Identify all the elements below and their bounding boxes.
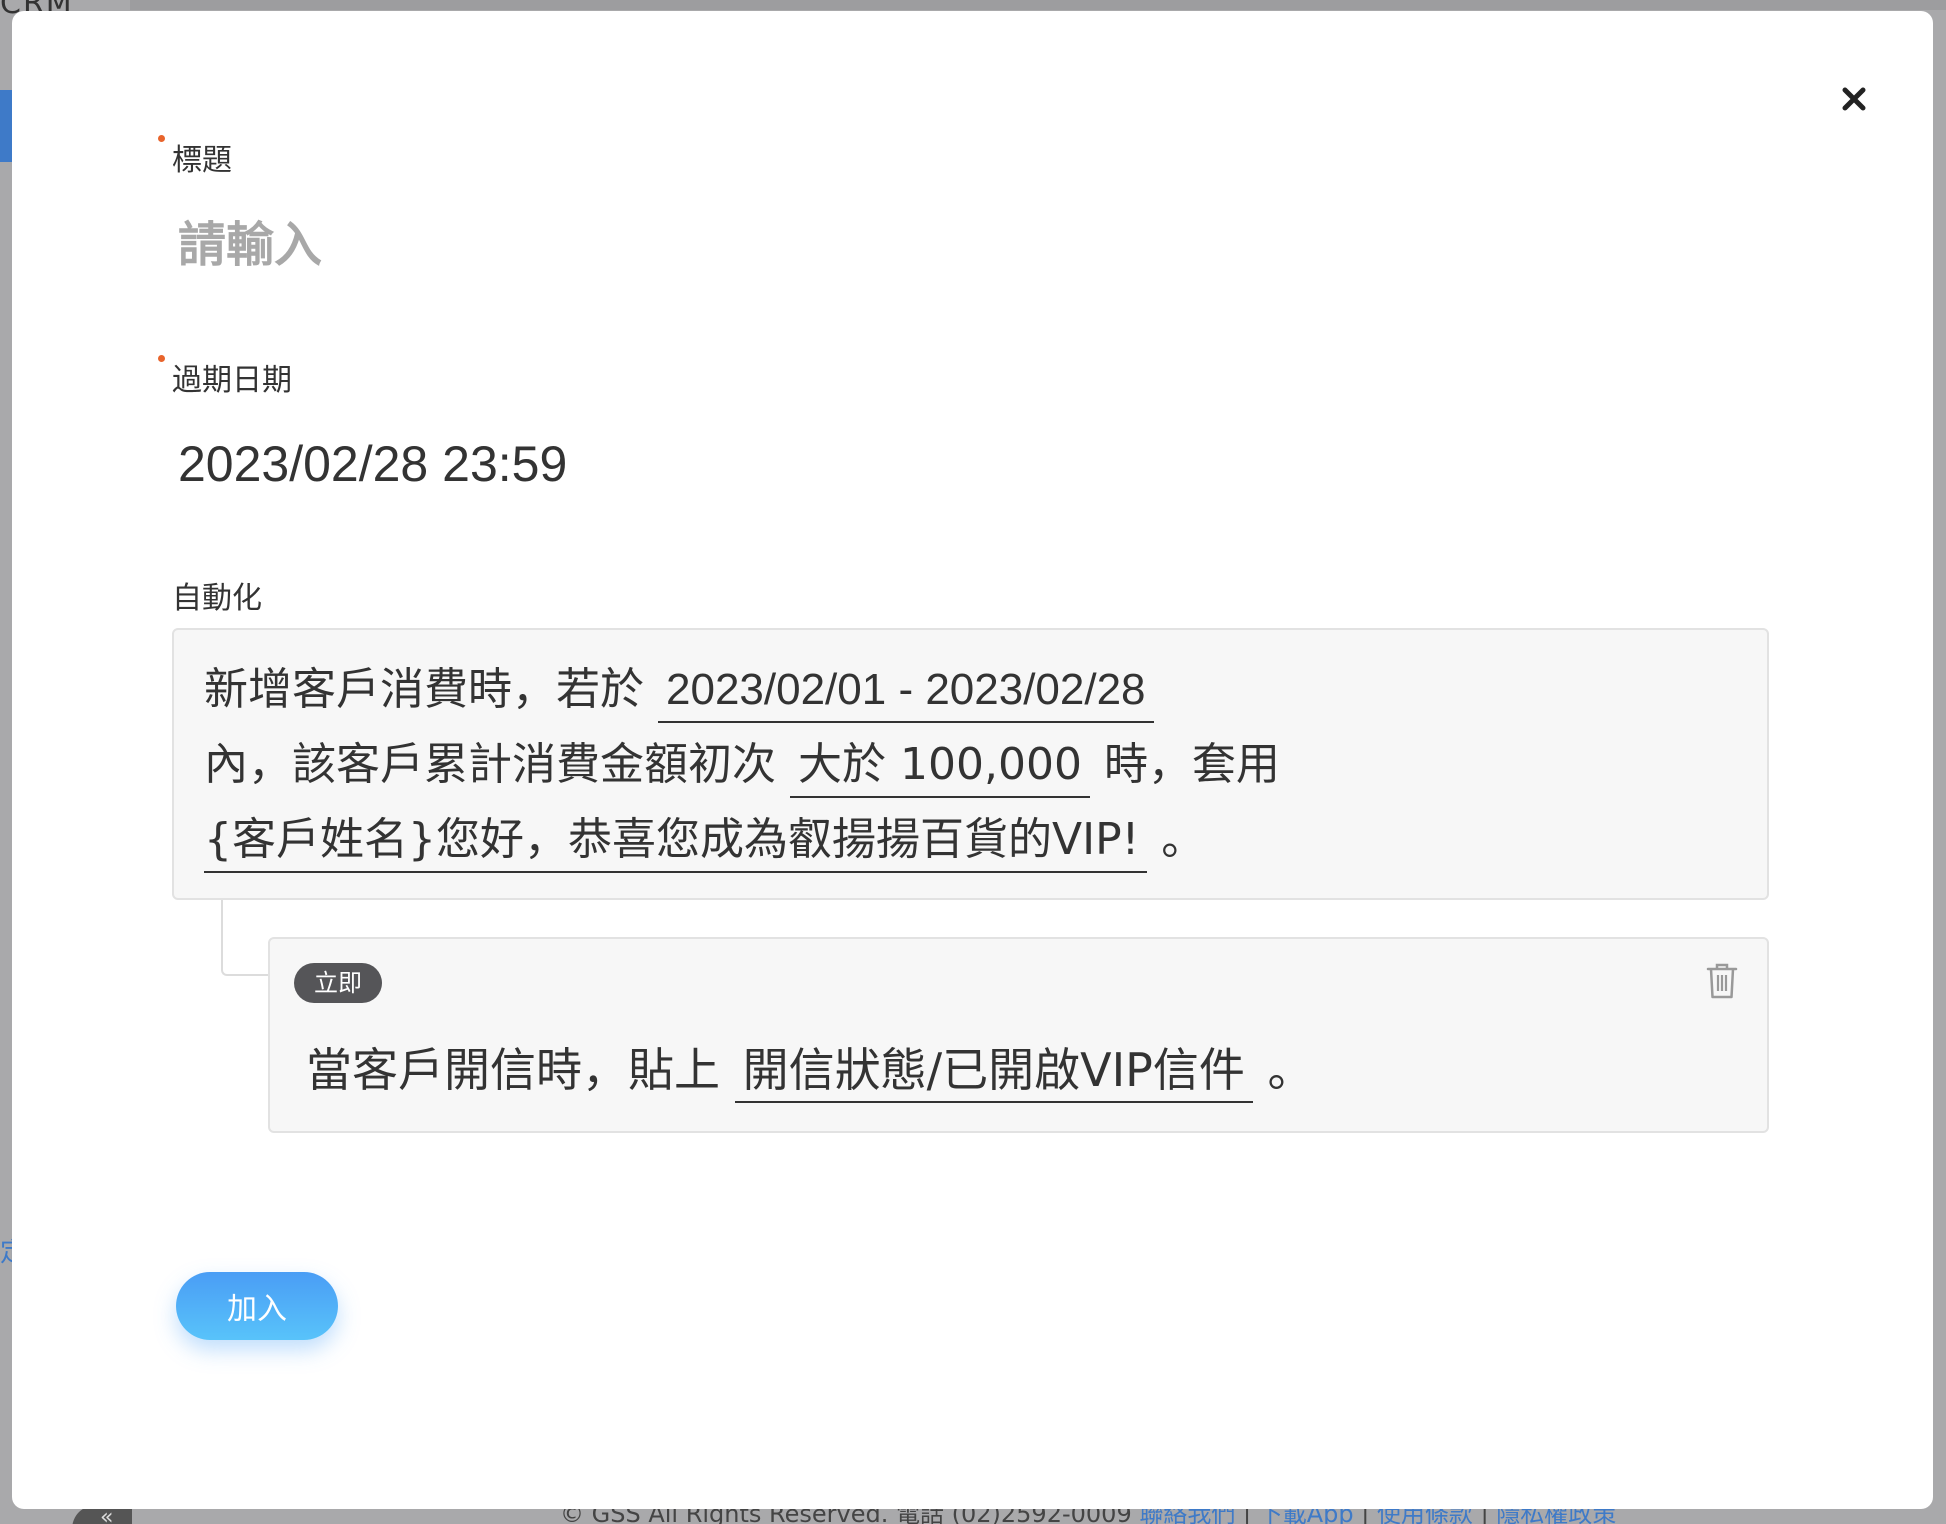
add-button[interactable]: 加入 [176, 1272, 338, 1340]
rule-text: 內，該客戶累計消費金額初次 [204, 739, 776, 790]
rule-line-2: 內，該客戶累計消費金額初次 大於 100,000 時，套用 [204, 727, 1737, 802]
rule-message-template-field[interactable]: {客戶姓名}您好，恭喜您成為叡揚揚百貨的VIP! [204, 809, 1148, 873]
title-label: 標題 [172, 143, 232, 178]
action-tag-field[interactable]: 開信狀態/已開啟VIP信件 [734, 1039, 1253, 1103]
expiry-label-wrap: 過期日期 [158, 355, 292, 399]
rule-amount-condition-field[interactable]: 大於 100,000 [790, 734, 1090, 798]
background-sidebar-accent [0, 90, 12, 162]
action-text: 。 [1267, 1043, 1314, 1097]
delete-action-button[interactable] [1705, 961, 1745, 1005]
required-indicator [158, 135, 165, 142]
rule-text: 新增客戶消費時，若於 [204, 664, 644, 715]
close-button[interactable] [1832, 77, 1876, 121]
timing-badge: 立即 [294, 963, 382, 1003]
rule-date-range-field[interactable]: 2023/02/01 - 2023/02/28 [658, 659, 1154, 723]
required-indicator [158, 355, 165, 362]
rule-action-connector [221, 900, 271, 976]
title-label-wrap: 標題 [158, 135, 232, 179]
rule-text: 時，套用 [1103, 739, 1280, 790]
add-automation-modal: 標題 過期日期 2023/02/28 23:59 自動化 新增客戶消費時，若於 … [12, 11, 1933, 1509]
action-text: 當客戶開信時，貼上 [306, 1043, 720, 1097]
background-top-bar [130, 0, 1946, 10]
action-description: 當客戶開信時，貼上 開信狀態/已開啟VIP信件 。 [306, 1039, 1314, 1103]
automation-rule: 新增客戶消費時，若於 2023/02/01 - 2023/02/28 內，該客戶… [172, 628, 1769, 900]
automation-label: 自動化 [172, 581, 262, 616]
title-input[interactable] [178, 207, 1778, 283]
trash-icon [1706, 963, 1738, 999]
automation-action: 立即 當客戶開信時，貼上 開信狀態/已開啟VIP信件 。 [268, 937, 1769, 1133]
rule-line-3: {客戶姓名}您好，恭喜您成為叡揚揚百貨的VIP! 。 [204, 802, 1737, 877]
expiry-date-field[interactable]: 2023/02/28 23:59 [178, 435, 567, 493]
rule-text: 。 [1161, 814, 1206, 865]
close-icon [1842, 87, 1866, 111]
rule-line-1: 新增客戶消費時，若於 2023/02/01 - 2023/02/28 [204, 652, 1737, 727]
expiry-label: 過期日期 [172, 363, 292, 398]
